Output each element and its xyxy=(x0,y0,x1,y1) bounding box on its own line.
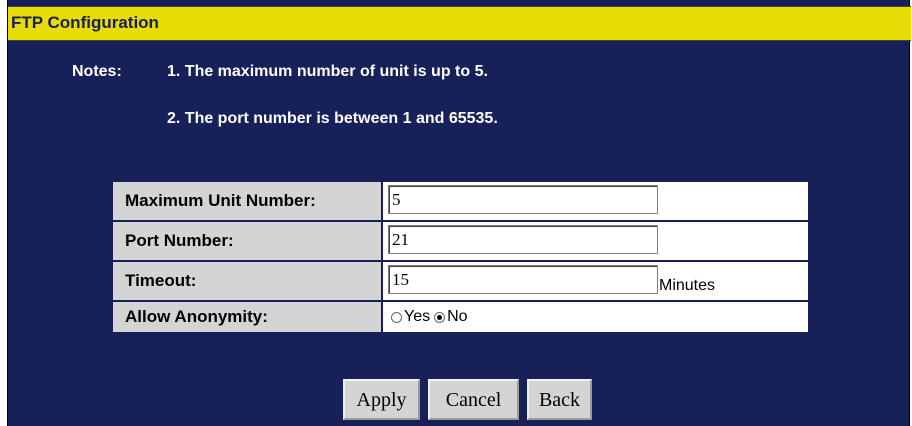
anonymity-yes-label: Yes xyxy=(404,308,431,325)
port-label: Port Number: xyxy=(111,220,383,262)
notes-label: Notes: xyxy=(72,63,122,80)
anonymity-no-radio[interactable] xyxy=(434,311,446,323)
row-timeout: Timeout: Minutes xyxy=(111,260,810,302)
apply-button[interactable]: Apply xyxy=(343,379,420,420)
anonymity-radio-group: Yes No xyxy=(391,308,468,326)
anonymity-yes-radio[interactable] xyxy=(391,311,402,323)
anonymity-no-label: No xyxy=(447,308,468,325)
page-title: FTP Configuration xyxy=(11,13,159,32)
port-input[interactable] xyxy=(388,225,658,254)
row-anonymity: Allow Anonymity: Yes No xyxy=(111,300,810,334)
ftp-config-panel: FTP Configuration Notes: 1. The maximum … xyxy=(7,0,911,426)
cancel-button[interactable]: Cancel xyxy=(428,379,519,420)
title-bar: FTP Configuration xyxy=(8,6,911,41)
timeout-cell: Minutes xyxy=(381,260,810,302)
max-unit-input[interactable] xyxy=(388,185,658,214)
port-cell xyxy=(381,220,810,262)
note-item-1: 1. The maximum number of unit is up to 5… xyxy=(167,63,488,80)
row-port: Port Number: xyxy=(111,220,810,262)
back-button[interactable]: Back xyxy=(527,379,592,420)
config-table: Maximum Unit Number: Port Number: Timeou… xyxy=(111,180,810,334)
note-item-2: 2. The port number is between 1 and 6553… xyxy=(167,110,498,127)
row-max-unit: Maximum Unit Number: xyxy=(111,180,810,222)
max-unit-cell xyxy=(381,180,810,222)
max-unit-label: Maximum Unit Number: xyxy=(111,180,383,222)
timeout-input[interactable] xyxy=(388,265,658,294)
timeout-unit-label: Minutes xyxy=(659,277,716,294)
timeout-label: Timeout: xyxy=(111,260,383,302)
anonymity-cell: Yes No xyxy=(381,300,810,334)
anonymity-label: Allow Anonymity: xyxy=(111,300,383,334)
